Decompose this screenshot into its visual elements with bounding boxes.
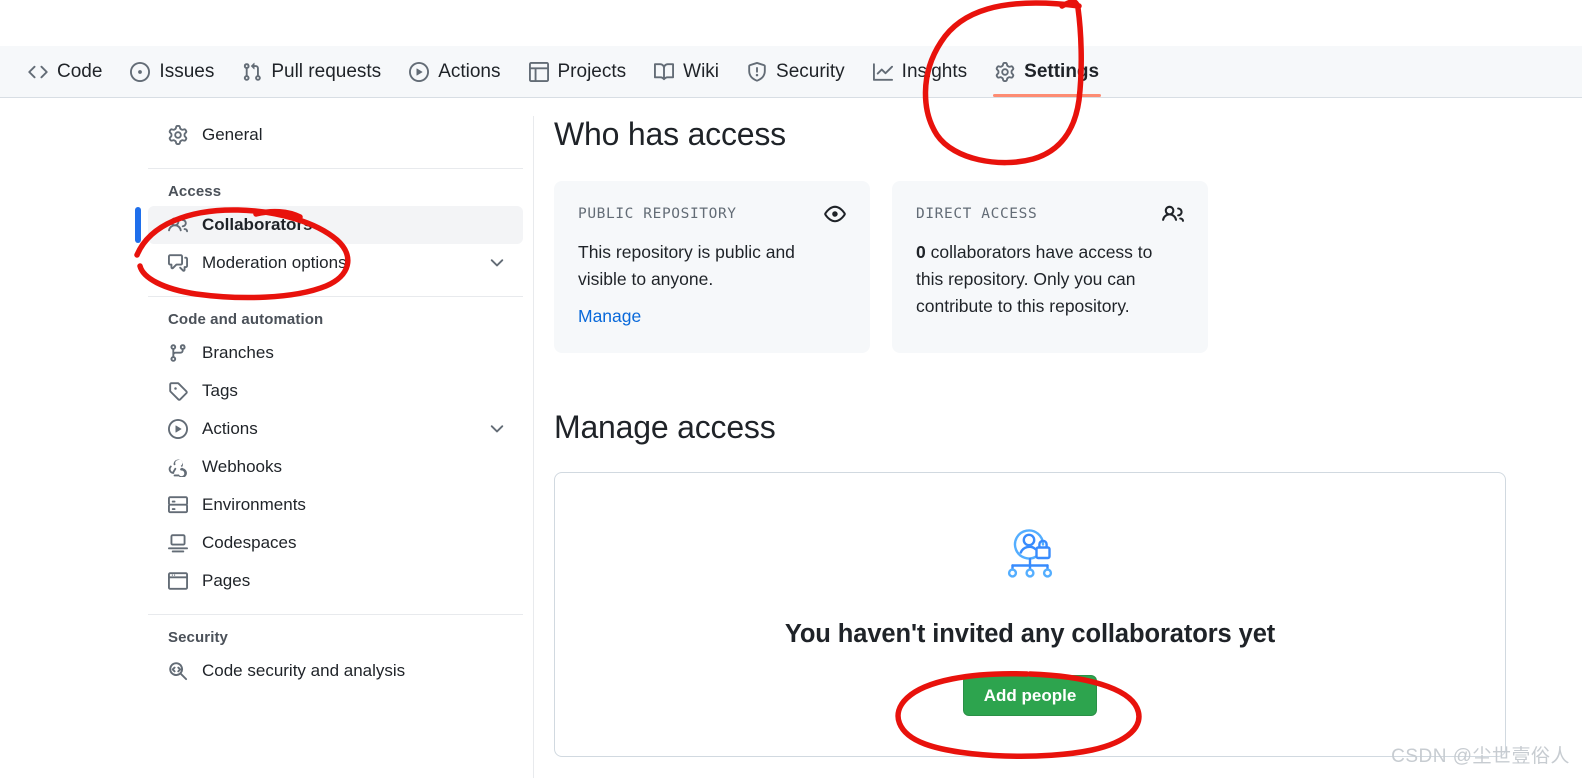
who-has-access-title: Who has access <box>554 116 786 152</box>
repo-nav-item-actions[interactable]: Actions <box>395 46 514 97</box>
git-pull-request-icon <box>242 62 262 82</box>
sidebar-item-label: Environments <box>202 495 306 514</box>
settings-sidebar: General Access Collaborators Moderation opt… <box>135 116 534 778</box>
sidebar-item-code-security-and-analysis[interactable]: Code security and analysis <box>148 652 523 690</box>
sidebar-item-label: General <box>202 125 263 144</box>
sidebar-item-collaborators[interactable]: Collaborators <box>135 206 523 244</box>
public-repository-card: PUBLIC REPOSITORY This repository is pub… <box>554 181 870 354</box>
gear-icon <box>995 61 1015 82</box>
chevron-down-icon[interactable] <box>487 253 507 273</box>
git-branch-icon <box>168 343 190 363</box>
sidebar-item-label: Tags <box>202 381 238 400</box>
main-content: Who has access PUBLIC REPOSITORY This re… <box>554 116 1534 758</box>
manage-access-title: Manage access <box>554 409 776 446</box>
shield-icon <box>747 61 767 82</box>
tag-icon <box>168 381 190 401</box>
sidebar-item-label: Codespaces <box>202 533 297 552</box>
sidebar-item-label: Code security and analysis <box>202 661 406 680</box>
sidebar-item-environments[interactable]: Environments <box>148 486 523 524</box>
empty-state-heading: You haven't invited any collaborators ye… <box>784 620 1276 649</box>
csdn-watermark: CSDN @尘世壹俗人 <box>1391 746 1570 767</box>
repo-nav-item-code[interactable]: Code <box>14 46 116 97</box>
sidebar-item-moderation-options[interactable]: Moderation options <box>148 244 523 282</box>
sidebar-item-label: Branches <box>202 343 274 362</box>
comment-discussion-icon <box>168 253 190 273</box>
browser-icon <box>168 571 190 591</box>
repo-nav-item-label: Projects <box>557 60 627 82</box>
direct-access-card: DIRECT ACCESS 0 collaborators have acces… <box>892 181 1208 354</box>
repo-nav-item-settings[interactable]: Settings <box>981 46 1113 97</box>
direct-access-description: 0 collaborators have access to this repo… <box>916 239 1184 320</box>
sidebar-item-pages[interactable]: Pages <box>148 562 523 600</box>
card-header: DIRECT ACCESS <box>916 203 1184 225</box>
repo-nav-item-issues[interactable]: Issues <box>116 46 228 97</box>
people-icon <box>168 215 190 235</box>
code-review-icon <box>168 661 190 681</box>
codespaces-icon <box>168 533 190 553</box>
card-header: PUBLIC REPOSITORY <box>578 203 846 225</box>
add-people-button[interactable]: Add people <box>962 675 1098 717</box>
repo-nav: Code Issues Pull requests Actions Projects Wi… <box>0 46 1582 98</box>
repo-nav-item-pull-requests[interactable]: Pull requests <box>228 46 395 97</box>
chevron-down-icon[interactable] <box>487 419 507 439</box>
collaborator-count: 0 <box>916 242 926 262</box>
sidebar-item-tags[interactable]: Tags <box>148 372 523 410</box>
repo-nav-item-label: Issues <box>159 60 215 82</box>
sidebar-divider <box>148 168 523 169</box>
repo-nav-item-label: Insights <box>901 60 968 82</box>
sidebar-item-label: Actions <box>202 419 258 438</box>
direct-access-kicker: DIRECT ACCESS <box>916 206 1038 222</box>
play-icon <box>409 61 430 82</box>
repo-nav-item-projects[interactable]: Projects <box>515 46 641 97</box>
collaborators-empty-state: You haven't invited any collaborators ye… <box>554 472 1506 758</box>
play-icon <box>168 419 190 439</box>
sidebar-item-label: Webhooks <box>202 457 283 476</box>
repo-nav-item-label: Settings <box>1024 60 1100 82</box>
gear-icon <box>168 125 190 145</box>
repo-nav-item-label: Code <box>57 60 103 82</box>
manage-visibility-link[interactable]: Manage <box>578 306 641 327</box>
access-cards: PUBLIC REPOSITORY This repository is pub… <box>554 181 1534 354</box>
sidebar-item-label: Moderation options <box>202 253 347 272</box>
sidebar-group-title: Security <box>168 629 228 646</box>
repo-nav-item-label: Pull requests <box>271 60 382 82</box>
public-repository-description: This repository is public and visible to… <box>578 242 795 290</box>
webhook-icon <box>168 457 190 477</box>
sidebar-group-title: Code and automation <box>168 311 324 328</box>
book-icon <box>654 62 675 82</box>
repo-nav-item-insights[interactable]: Insights <box>859 46 981 97</box>
sidebar-item-label: Pages <box>202 571 251 590</box>
repo-nav-item-wiki[interactable]: Wiki <box>640 46 733 97</box>
person-lock-hierarchy-illustration <box>997 523 1063 594</box>
sidebar-item-codespaces[interactable]: Codespaces <box>148 524 523 562</box>
repo-nav-item-label: Actions <box>438 60 501 82</box>
public-repository-kicker: PUBLIC REPOSITORY <box>578 206 737 222</box>
table-icon <box>528 61 549 82</box>
eye-icon <box>824 203 846 225</box>
sidebar-item-label: Collaborators <box>202 215 313 234</box>
repo-nav-item-security[interactable]: Security <box>733 46 859 97</box>
sidebar-divider <box>148 614 523 615</box>
sidebar-divider <box>148 296 523 297</box>
people-icon <box>1162 203 1184 225</box>
repo-nav-items: Code Issues Pull requests Actions Projects Wi… <box>0 46 1582 97</box>
code-icon <box>28 62 48 82</box>
direct-access-text: collaborators have access to this reposi… <box>916 242 1153 317</box>
sidebar-item-actions[interactable]: Actions <box>148 410 523 448</box>
server-icon <box>168 495 190 515</box>
repo-nav-item-label: Wiki <box>683 60 720 82</box>
sidebar-group-title: Access <box>168 183 222 200</box>
sidebar-item-branches[interactable]: Branches <box>148 334 523 372</box>
page-root: Code Issues Pull requests Actions Projects Wi… <box>0 0 1582 778</box>
issue-opened-icon <box>130 61 151 82</box>
graph-icon <box>872 62 893 82</box>
sidebar-item-general[interactable]: General <box>148 116 523 154</box>
repo-nav-item-label: Security <box>776 60 845 82</box>
sidebar-item-webhooks[interactable]: Webhooks <box>148 448 523 486</box>
